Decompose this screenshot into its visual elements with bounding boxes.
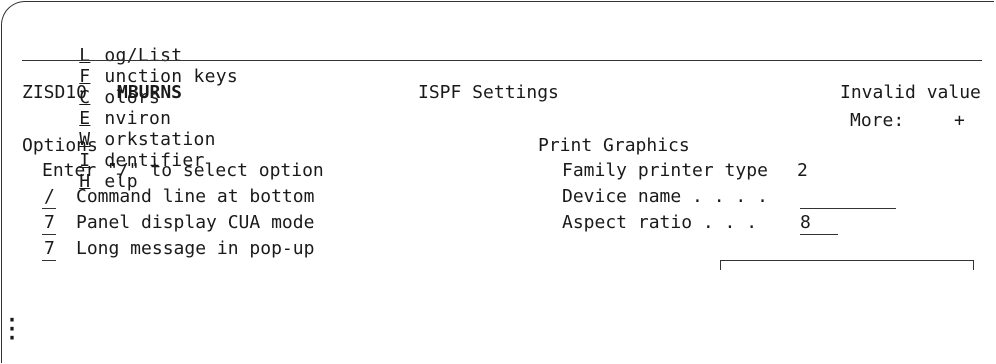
device-name-input[interactable] <box>800 186 896 209</box>
error-message: Invalid value <box>840 82 981 103</box>
aspect-ratio-input[interactable]: 8 <box>800 212 838 235</box>
vertical-ellipsis-icon: · · · <box>6 308 19 350</box>
popup-window-top-border <box>720 260 974 270</box>
options-heading: Options <box>22 135 98 156</box>
option-label: Panel display CUA mode <box>76 212 315 233</box>
menu-environ[interactable]: Environ <box>79 108 171 129</box>
print-graphics-heading: Print Graphics <box>538 135 690 156</box>
action-bar-divider <box>22 60 982 61</box>
option-selection-field[interactable]: 7 <box>42 212 56 235</box>
more-label: More: <box>850 110 905 131</box>
menu-log-list[interactable]: Log/List <box>79 45 182 66</box>
option-label: Long message in pop-up <box>76 238 315 259</box>
panel-id: ZISD10 <box>22 82 88 103</box>
option-label: Command line at bottom <box>76 186 315 207</box>
option-selection-field[interactable]: 7 <box>42 238 56 261</box>
more-plus-indicator[interactable]: + <box>954 110 965 131</box>
menu-workstation[interactable]: Workstation <box>79 129 216 150</box>
family-printer-label: Family printer type <box>562 160 768 181</box>
family-printer-value: 2 <box>797 160 808 181</box>
aspect-ratio-label: Aspect ratio . . . <box>562 212 758 233</box>
options-instruction: Enter "/" to select option <box>42 160 324 181</box>
device-name-label: Device name . . . . <box>562 186 768 207</box>
page-title: ISPF Settings <box>418 82 559 103</box>
user-id: MBURNS <box>117 82 183 103</box>
option-selection-field[interactable]: / <box>42 186 56 209</box>
